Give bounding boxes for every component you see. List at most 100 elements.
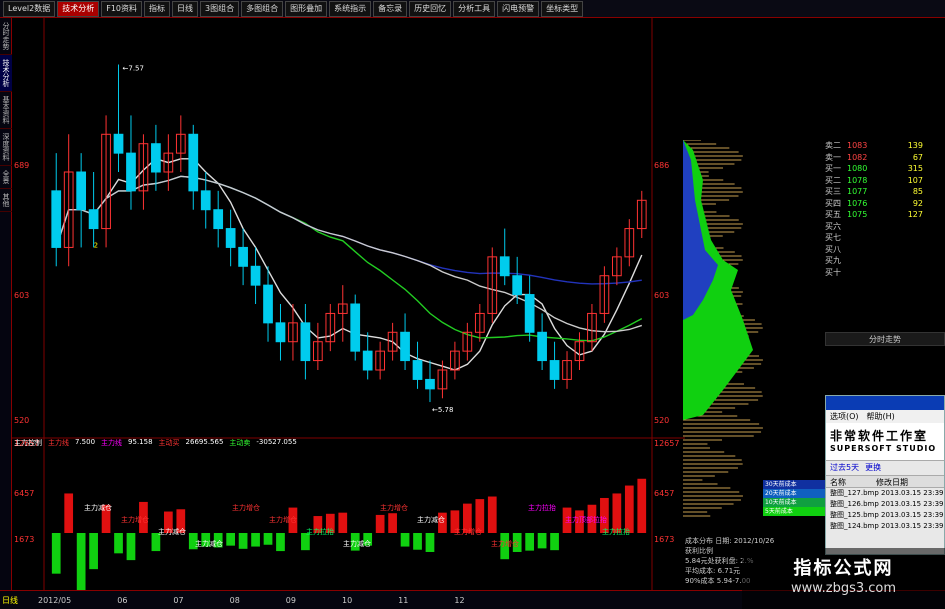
toolbar-button-10[interactable]: 历史回忆 [409, 0, 452, 17]
indicator-item-4: 95.158 [128, 438, 153, 446]
volume-bar [51, 533, 61, 574]
toolbar-button-9[interactable]: 备忘录 [373, 0, 408, 17]
candle-body [537, 331, 547, 362]
low-annotation: ←5.78 [432, 406, 453, 414]
col-date: 修改日期 [876, 478, 908, 487]
toolbar-button-0[interactable]: Level2数据 [3, 0, 56, 17]
bottom-item-5: 09 [285, 595, 296, 605]
price-label-left-1: 603 [14, 291, 29, 300]
volume-bar [263, 533, 273, 545]
cost-date: 日期: 2012/10/26 [715, 537, 775, 545]
side-tab-3[interactable]: 深度资料 [0, 129, 12, 166]
bottom-item-2: 06 [117, 595, 128, 605]
file-row[interactable]: 整图_126.bmp 2013.03.15 23:39 [826, 499, 944, 510]
dialog-link-1[interactable]: 更换 [865, 461, 881, 475]
vol-label-left-2: 1673 [14, 535, 34, 544]
ob-price [847, 232, 883, 244]
ob-price: 1083 [847, 141, 868, 150]
toolbar-button-6[interactable]: 多图组合 [241, 0, 284, 17]
toolbar-button-5[interactable]: 3图组合 [200, 0, 240, 17]
side-tab-5[interactable]: 其他 [0, 189, 12, 212]
dialog-menu-item-1[interactable]: 帮助(H) [867, 410, 895, 423]
volume-bar [637, 478, 647, 533]
candle-body [499, 256, 510, 277]
orderbook-row: 买八 [825, 244, 945, 256]
file-row[interactable]: 整图_127.bmp 2013.03.15 23:39 [826, 488, 944, 499]
ob-vol: 85 [912, 187, 923, 196]
ob-vol [883, 255, 923, 267]
signal-label-11: 主力增仓 [491, 539, 519, 548]
ob-price: 1076 [847, 198, 868, 208]
ob-vol: 315 [907, 164, 923, 173]
bottom-item-0[interactable]: 日线 [2, 595, 18, 606]
toolbar-button-8[interactable]: 系统指示 [329, 0, 372, 17]
candle-body [188, 133, 199, 192]
tick-header[interactable]: 分时走势 [825, 332, 945, 346]
bottom-item-4: 08 [229, 595, 240, 605]
side-tab-1[interactable]: 技术分析 [0, 55, 12, 92]
indicator-item-3: 主力线 [101, 439, 123, 447]
signal-label-10: 主力增仓 [454, 527, 482, 536]
order-book: 卖二 1083 139 卖一 1082 67 买一 1080 315 买二 1078 107 买三 107… [825, 140, 945, 330]
col-name: 名称 [830, 478, 846, 487]
toolbar-button-7[interactable]: 图形叠加 [285, 0, 328, 17]
signal-label-4: 主力增仓 [232, 503, 260, 512]
file-list-header: 名称 修改日期 [826, 475, 944, 488]
signal-label-13: 主力顶部拉抬 [565, 515, 607, 524]
chip-legend-item-1: 20天前成本 [763, 489, 825, 498]
volume-bar [126, 533, 136, 561]
ob-vol: 127 [907, 210, 923, 219]
ob-label: 买六 [825, 221, 841, 231]
price-label-right-1: 603 [654, 291, 669, 300]
price-label-right-2: 520 [654, 416, 669, 425]
side-tab-0[interactable]: 分时走势 [0, 18, 12, 55]
candle-body [425, 378, 435, 390]
ob-vol: 92 [912, 198, 923, 208]
candle-body [300, 322, 311, 362]
candle-body [76, 171, 87, 211]
ob-label: 买三 [825, 187, 841, 196]
kline-chart[interactable]: 6896035206866035201265764571673126576457… [12, 18, 685, 590]
toolbar-button-2[interactable]: F10资料 [101, 0, 142, 17]
candle-body [225, 228, 236, 248]
ob-price: 1077 [847, 187, 868, 196]
signal-label-0: 主力减仓 [84, 503, 112, 512]
side-tab-2[interactable]: 基本资料 [0, 92, 12, 129]
signal-label-8: 主力增仓 [380, 503, 408, 512]
file-date: 2013.03.15 23:39 [881, 500, 944, 508]
volume-bar [413, 533, 422, 550]
high-annotation: ←7.57 [123, 65, 144, 73]
chip-legend-item-0: 30天前成本 [763, 480, 825, 489]
orderbook-row: 卖一 1082 67 [825, 152, 945, 164]
toolbar-button-12[interactable]: 闪电预警 [497, 0, 540, 17]
toolbar-button-1[interactable]: 技术分析 [57, 0, 100, 17]
volume-bar [251, 533, 260, 547]
orderbook-row: 买四 1076 92 [825, 198, 945, 210]
dialog-link-0[interactable]: 过去5天 [830, 461, 859, 475]
ob-label: 买二 [825, 175, 841, 185]
dialog-title-bar [826, 396, 944, 410]
file-row[interactable]: 整图_125.bmp 2013.03.15 23:39 [826, 510, 944, 521]
file-name: 整图_124.bmp [830, 522, 879, 530]
ob-vol [883, 232, 923, 244]
side-tab-4[interactable]: 全景 [0, 166, 12, 189]
ob-price: 1080 [847, 164, 868, 173]
chip-legend: 30天前成本 20天前成本 10天前成本 5天前成本 [763, 480, 825, 536]
candle-body [549, 360, 560, 380]
dialog-menu-item-0[interactable]: 选项(O) [830, 410, 859, 423]
file-row[interactable]: 整图_124.bmp 2013.03.15 23:39 [826, 521, 944, 532]
toolbar-button-3[interactable]: 指标 [144, 0, 170, 17]
chip-distribution [683, 140, 763, 517]
orderbook-row: 买二 1078 107 [825, 175, 945, 187]
indicator-item-1: 主力线 [48, 439, 69, 447]
watermark: 指标公式网 www.zbgs3.com [742, 548, 945, 609]
toolbar-button-13[interactable]: 坐标类型 [541, 0, 584, 17]
volume-bar [375, 514, 385, 533]
toolbar: Level2数据 技术分析 F10资料 指标 日线 3图组合 多图组合 图形叠加 系统指示 备忘录… [0, 0, 945, 18]
toolbar-button-4[interactable]: 日线 [172, 0, 198, 17]
volume-bar [624, 485, 634, 533]
volume-bar [276, 533, 285, 552]
bottom-item-7: 11 [398, 595, 409, 605]
toolbar-button-11[interactable]: 分析工具 [453, 0, 496, 17]
file-name: 整图_125.bmp [830, 511, 879, 519]
